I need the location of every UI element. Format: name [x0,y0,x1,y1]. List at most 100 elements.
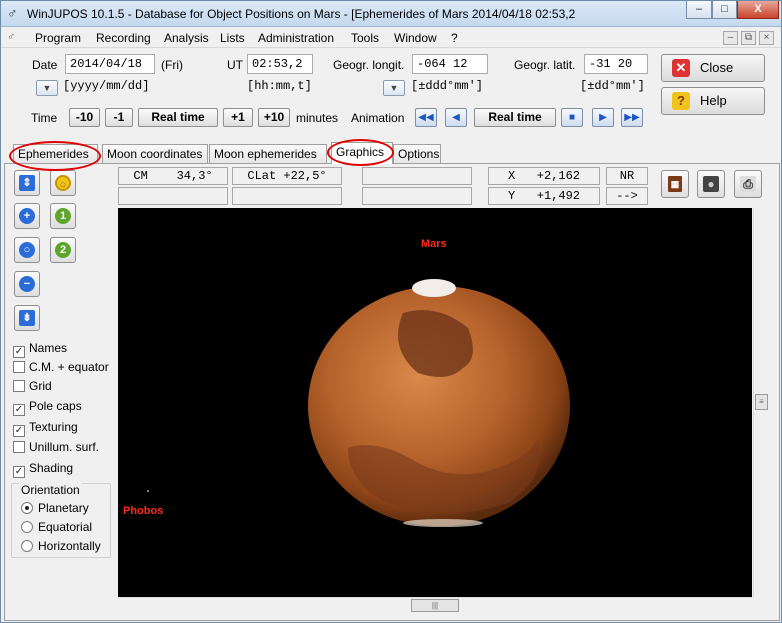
anim-forward-icon[interactable]: ▶ [592,108,614,127]
checkbox-pole-caps-box[interactable]: ✓ [13,404,25,416]
x-value: X +2,162 [488,167,600,185]
checkbox-texturing[interactable]: ✓ Texturing [13,420,78,437]
zoom-reset-button[interactable]: ○ [14,237,40,263]
close-x-icon: ✕ [672,59,690,77]
help-button[interactable]: ? Help [661,87,765,115]
radio-equatorial[interactable]: Equatorial [21,520,92,536]
longitude-format-hint: [±ddd°mm'] [411,79,484,93]
mdi-minimize-button[interactable]: – [723,31,738,45]
time-minus1-button[interactable]: -1 [105,108,133,127]
menu-administration[interactable]: Administration [258,31,334,45]
horizontal-scrollbar[interactable]: ||| [118,597,752,613]
view-2-button[interactable]: 2 [50,237,76,263]
center-target-button[interactable]: ○ [50,170,76,196]
close-window-button[interactable]: X [737,1,779,19]
horizontal-scrollbar-thumb[interactable]: ||| [411,599,459,612]
checkbox-unillum[interactable]: Unillum. surf. [13,440,99,456]
menu-tools[interactable]: Tools [351,31,379,45]
menu-window[interactable]: Window [394,31,437,45]
help-question-icon: ? [672,92,690,110]
checkbox-grid-box[interactable] [13,380,25,392]
checkbox-cm-equator-box[interactable] [13,361,25,373]
orientation-label: Orientation [19,483,82,497]
menu-help[interactable]: ? [451,31,458,45]
date-dropdown-button[interactable]: ▼ [36,80,58,96]
mars-symbol-icon: ♂ [7,5,18,21]
zoom-fit-icon: ⇕ [19,175,35,191]
vertical-scrollbar-thumb[interactable]: ≡ [755,394,768,410]
checkbox-grid-label: Grid [29,379,52,393]
date-label: Date [32,58,58,72]
checkbox-grid[interactable]: Grid [13,379,52,395]
time-plus10-button[interactable]: +10 [258,108,290,127]
longitude-label: Geogr. longit. [333,58,405,72]
checkbox-shading[interactable]: ✓ Shading [13,461,74,478]
menu-program[interactable]: Program [35,31,81,45]
graphics-canvas[interactable]: Mars Phobos [118,208,752,597]
print-button[interactable]: ⎙ [734,170,762,198]
radio-horizontally-dot[interactable] [21,540,33,552]
radio-planetary-dot[interactable] [21,502,33,514]
time-label: Time [31,111,58,125]
menu-analysis[interactable]: Analysis [164,31,209,45]
close-button[interactable]: ✕ Close [661,54,765,82]
zoom-out-icon: − [19,276,35,292]
anim-realtime-button[interactable]: Real time [474,108,556,127]
tab-moon-coordinates[interactable]: Moon coordinates [102,144,208,163]
checkbox-names-box[interactable]: ✓ [13,346,25,358]
tab-moon-ephemerides[interactable]: Moon ephemerides [209,144,327,163]
menu-lists[interactable]: Lists [220,31,245,45]
time-realtime-button[interactable]: Real time [138,108,218,127]
minimize-button[interactable]: – [686,1,712,19]
tab-options[interactable]: Options [393,144,441,163]
latitude-label: Geogr. latit. [514,58,576,72]
shrink-icon: ⇟ [19,310,35,326]
info-empty-4 [362,187,472,205]
ut-format-hint: [hh:mm,t] [247,79,312,93]
mdi-close-button[interactable]: × [759,31,774,45]
longitude-field[interactable]: -064 12 [412,54,488,74]
vertical-scrollbar[interactable]: ≡ [753,208,769,597]
longitude-dropdown-button[interactable]: ▼ [383,80,405,96]
zoom-in-button[interactable]: + [14,203,40,229]
ephemerides-tab-highlight [9,141,101,171]
menu-recording[interactable]: Recording [96,31,151,45]
anim-stop-icon[interactable]: ■ [561,108,583,127]
view-1-button[interactable]: 1 [50,203,76,229]
zoom-fit-button[interactable]: ⇕ [14,170,40,196]
maximize-button[interactable]: □ [712,1,737,19]
child-window-icon[interactable]: ♂ [7,31,15,43]
anim-fast-back-icon[interactable]: ◀◀ [415,108,437,127]
checkbox-names[interactable]: ✓ Names [13,341,68,358]
date-format-hint: [yyyy/mm/dd] [63,79,150,93]
radio-horizontally[interactable]: Horizontally [21,539,101,555]
checkbox-unillum-box[interactable] [13,441,25,453]
checkbox-texturing-label: Texturing [29,420,78,434]
radio-equatorial-dot[interactable] [21,521,33,533]
mdi-restore-button[interactable]: ⧉ [741,31,756,45]
film-icon: ▦ [668,176,682,192]
checkbox-pole-caps-label: Pole caps [29,399,82,413]
mars-label: Mars [421,238,447,250]
radio-planetary[interactable]: Planetary [21,501,89,517]
latitude-field[interactable]: -31 20 [584,54,648,74]
north-polar-cap [412,279,456,297]
anim-fast-forward-icon[interactable]: ▶▶ [621,108,643,127]
anim-back-icon[interactable]: ◀ [445,108,467,127]
checkbox-names-label: Names [29,341,68,355]
shrink-button[interactable]: ⇟ [14,305,40,331]
time-plus1-button[interactable]: +1 [223,108,253,127]
radio-planetary-label: Planetary [38,501,89,515]
checkbox-cm-equator[interactable]: C.M. + equator [13,360,109,376]
checkbox-texturing-box[interactable]: ✓ [13,425,25,437]
film-button[interactable]: ▦ [661,170,689,198]
time-minus10-button[interactable]: -10 [69,108,100,127]
checkbox-shading-label: Shading [29,461,74,475]
title-bar: ♂ WinJUPOS 10.1.5 - Database for Object … [1,1,781,27]
image-button[interactable]: ● [697,170,725,198]
date-field[interactable]: 2014/04/18 [65,54,155,74]
checkbox-shading-box[interactable]: ✓ [13,466,25,478]
zoom-out-button[interactable]: − [14,271,40,297]
checkbox-pole-caps[interactable]: ✓ Pole caps [13,399,82,416]
ut-field[interactable]: 02:53,2 [247,54,313,74]
